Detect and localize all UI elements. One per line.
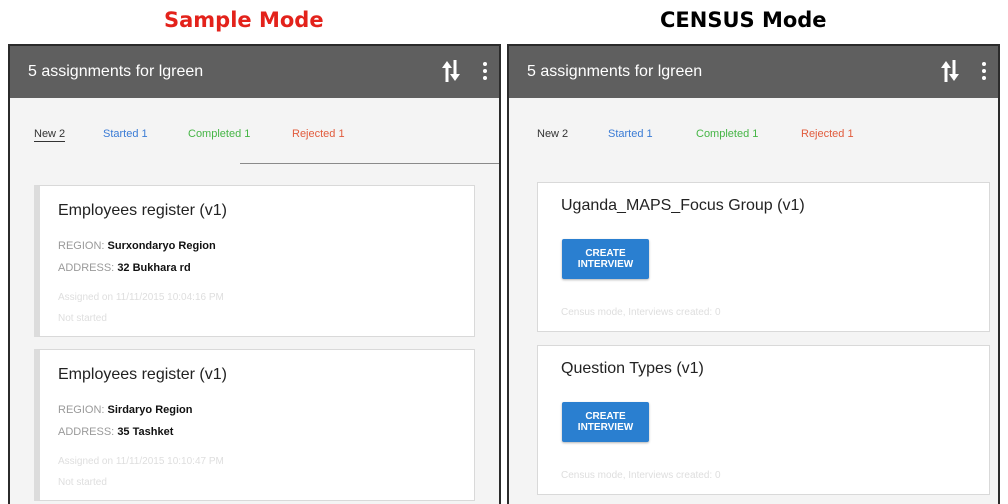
- assignment-card[interactable]: Employees register (v1) REGION: Sirdaryo…: [34, 349, 475, 501]
- address-label: ADDRESS:: [58, 426, 115, 438]
- tab-divider: [240, 163, 499, 164]
- tab-rejected[interactable]: Rejected 1: [292, 128, 345, 140]
- tab-started[interactable]: Started 1: [608, 128, 653, 140]
- more-vert-icon[interactable]: [981, 60, 987, 82]
- census-footer: Census mode, Interviews created: 0: [561, 307, 721, 318]
- tab-new[interactable]: New 2: [537, 128, 568, 140]
- region-line: REGION: Sirdaryo Region: [58, 404, 192, 416]
- card-title: Question Types (v1): [561, 360, 704, 377]
- tab-rejected[interactable]: Rejected 1: [801, 128, 854, 140]
- app-bar-title: 5 assignments for lgreen: [28, 63, 204, 80]
- address-line: ADDRESS: 35 Tashket: [58, 426, 173, 438]
- button-label-line2: INTERVIEW: [577, 422, 634, 433]
- region-value: Sirdaryo Region: [107, 404, 193, 416]
- app-bar-title: 5 assignments for lgreen: [527, 63, 703, 80]
- region-label: REGION:: [58, 404, 105, 416]
- card-title: Employees register (v1): [58, 366, 227, 383]
- status-text: Not started: [58, 313, 107, 324]
- card-title: Employees register (v1): [58, 202, 227, 219]
- census-mode-screen: 5 assignments for lgreen New 2 Started 1…: [507, 44, 1000, 504]
- app-bar: 5 assignments for lgreen: [10, 46, 499, 98]
- region-value: Surxondaryo Region: [107, 240, 216, 252]
- sample-mode-title: Sample Mode: [164, 8, 324, 32]
- tab-completed[interactable]: Completed 1: [696, 128, 758, 140]
- card-title: Uganda_MAPS_Focus Group (v1): [561, 197, 805, 214]
- more-vert-icon[interactable]: [482, 60, 488, 82]
- button-label-line2: INTERVIEW: [577, 259, 634, 270]
- census-footer: Census mode, Interviews created: 0: [561, 470, 721, 481]
- tab-started[interactable]: Started 1: [103, 128, 148, 140]
- assignment-tabs: New 2 Started 1 Completed 1 Rejected 1: [10, 128, 499, 192]
- region-label: REGION:: [58, 240, 105, 252]
- status-text: Not started: [58, 477, 107, 488]
- button-label-line1: CREATE: [585, 248, 626, 259]
- address-line: ADDRESS: 32 Bukhara rd: [58, 262, 191, 274]
- assigned-date: Assigned on 11/11/2015 10:04:16 PM: [58, 292, 224, 303]
- app-bar: 5 assignments for lgreen: [509, 46, 998, 98]
- address-value: 35 Tashket: [117, 426, 174, 438]
- create-interview-button[interactable]: CREATE INTERVIEW: [562, 402, 649, 442]
- questionnaire-card: Uganda_MAPS_Focus Group (v1) CREATE INTE…: [537, 182, 990, 332]
- tab-new[interactable]: New 2: [34, 128, 66, 142]
- assigned-date: Assigned on 11/11/2015 10:10:47 PM: [58, 456, 224, 467]
- button-label-line1: CREATE: [585, 411, 626, 422]
- address-value: 32 Bukhara rd: [117, 262, 191, 274]
- create-interview-button[interactable]: CREATE INTERVIEW: [562, 239, 649, 279]
- sync-icon[interactable]: [940, 58, 960, 84]
- assignment-card[interactable]: Employees register (v1) REGION: Surxonda…: [34, 185, 475, 337]
- questionnaire-card: Question Types (v1) CREATE INTERVIEW Cen…: [537, 345, 990, 495]
- sample-mode-screen: 5 assignments for lgreen New 2 Started 1…: [8, 44, 501, 504]
- address-label: ADDRESS:: [58, 262, 115, 274]
- region-line: REGION: Surxondaryo Region: [58, 240, 216, 252]
- sync-icon[interactable]: [441, 58, 461, 84]
- census-mode-title: CENSUS Mode: [660, 8, 827, 32]
- tab-completed[interactable]: Completed 1: [188, 128, 250, 140]
